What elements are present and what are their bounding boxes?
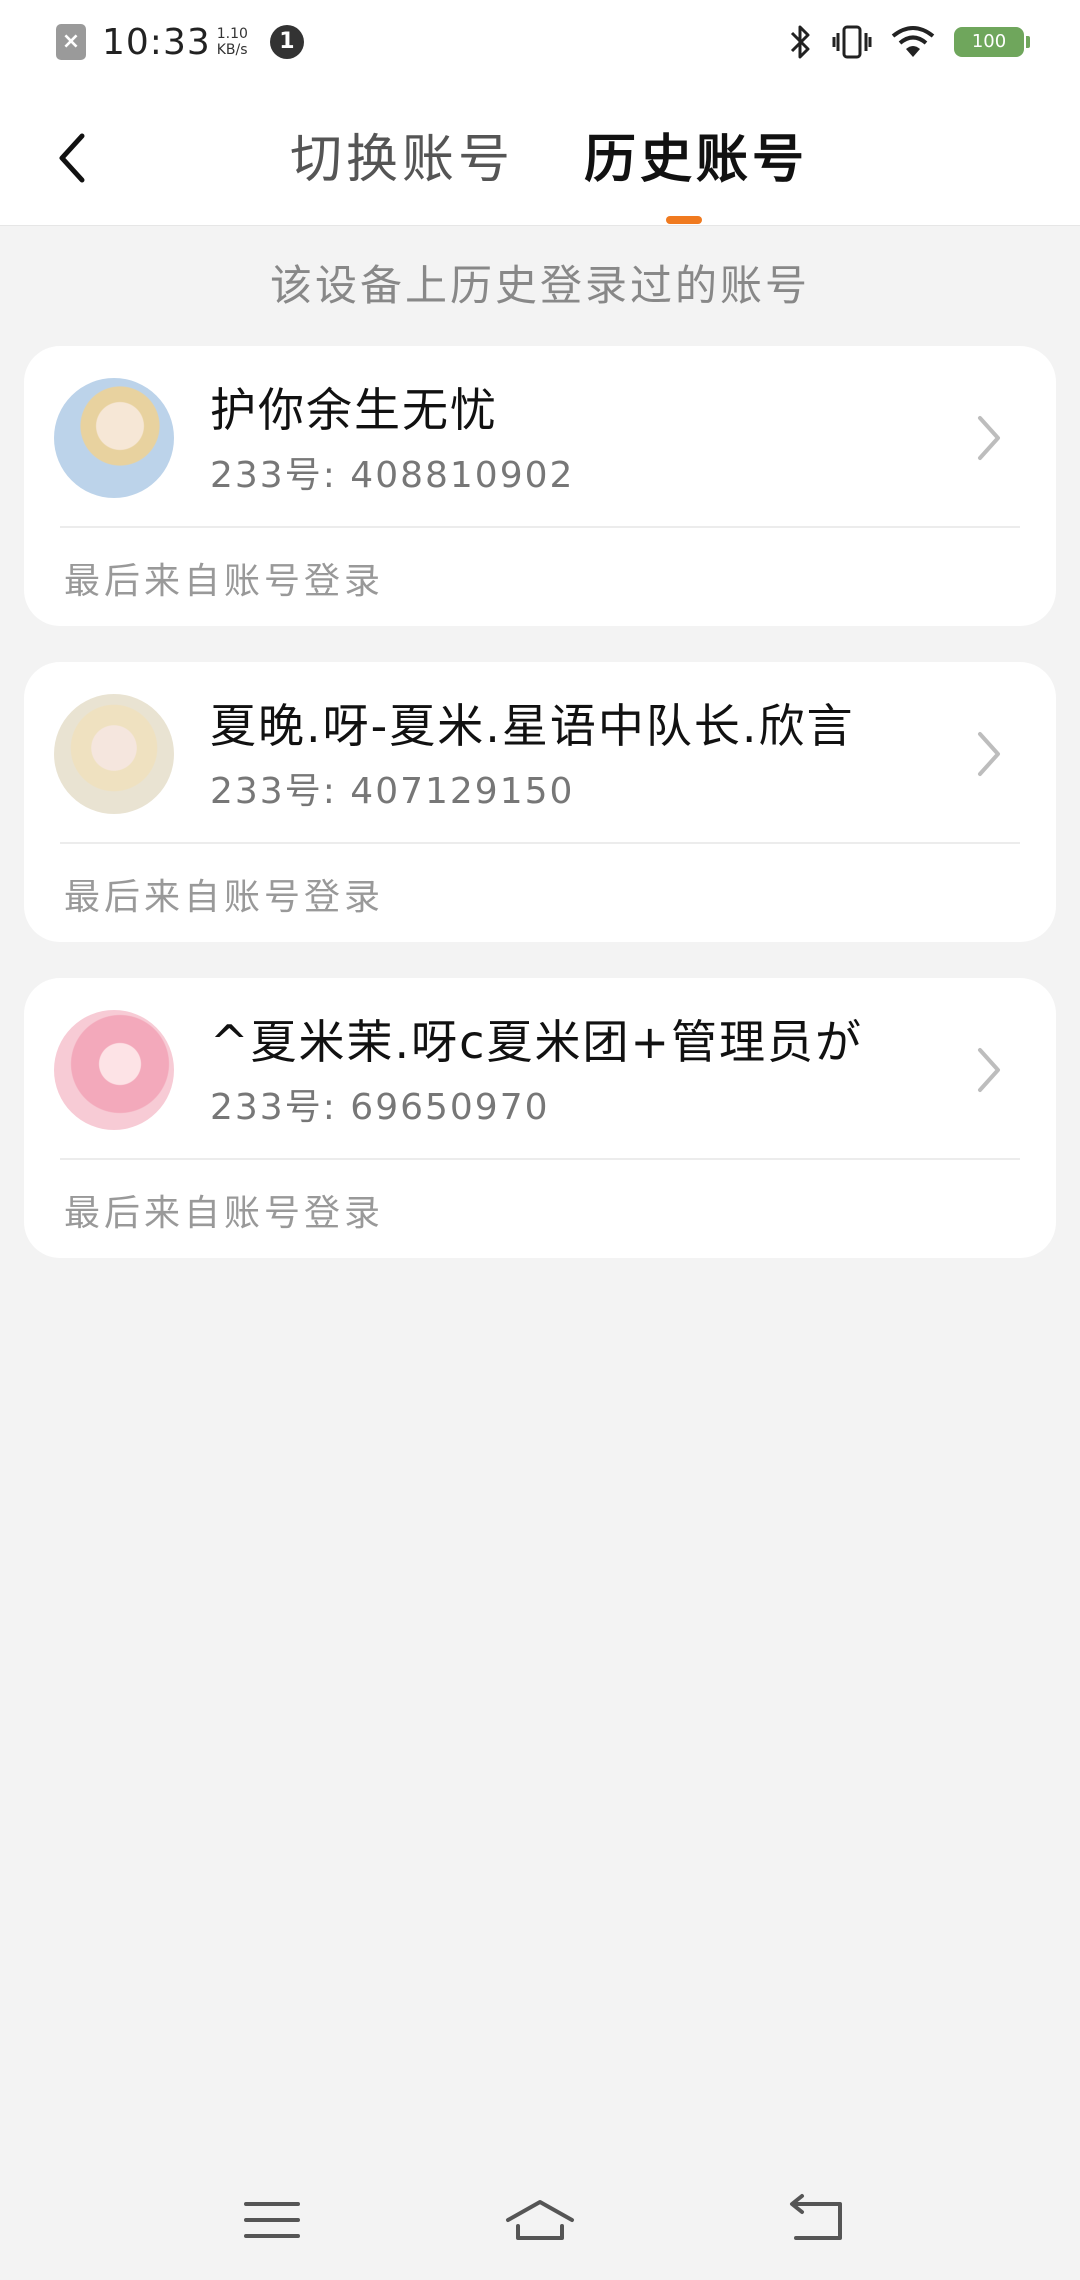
card-divider <box>60 1158 1020 1160</box>
system-nav-bar <box>0 2160 1080 2280</box>
account-nickname: ^夏米茉.呀c夏米团+管理员が <box>210 1015 863 1069</box>
home-icon[interactable] <box>504 2190 576 2250</box>
active-tab-indicator <box>666 216 702 224</box>
account-nickname: 护你余生无忧 <box>210 383 498 437</box>
network-speed: 1.10 KB/s <box>217 26 248 58</box>
card-divider <box>60 842 1020 844</box>
status-bar: × 10:33 1.10 KB/s 1 100 <box>0 0 1080 84</box>
menu-icon[interactable] <box>236 2190 308 2250</box>
avatar <box>54 378 174 498</box>
login-source-text: 最后来自账号登录 <box>64 561 385 602</box>
vibrate-icon <box>832 25 872 59</box>
bluetooth-icon <box>790 25 810 59</box>
chevron-right-icon <box>978 416 1000 460</box>
back-button[interactable] <box>46 126 98 190</box>
account-uid: 233号: 69650970 <box>210 1087 550 1128</box>
status-time: 10:33 <box>102 21 211 63</box>
avatar <box>54 1010 174 1130</box>
account-uid: 233号: 407129150 <box>210 771 575 812</box>
account-nickname: 夏晚.呀-夏米.星语中队长.欣言 <box>210 699 855 753</box>
notification-badge: 1 <box>269 25 304 59</box>
account-card[interactable]: 夏晚.呀-夏米.星语中队长.欣言 233号: 407129150 最后来自账号登… <box>24 662 1056 942</box>
status-left: × 10:33 1.10 KB/s 1 <box>56 21 304 63</box>
network-speed-value: 1.10 <box>216 26 248 42</box>
network-speed-unit: KB/s <box>216 42 248 58</box>
return-icon[interactable] <box>780 2190 852 2250</box>
page-subtitle: 该设备上历史登录过的账号 <box>269 261 810 310</box>
header: 切换账号 历史账号 <box>0 84 1080 226</box>
back-arrow-icon <box>59 133 85 183</box>
account-uid: 233号: 408810902 <box>210 455 575 496</box>
account-card[interactable]: ^夏米茉.呀c夏米团+管理员が 233号: 69650970 最后来自账号登录 <box>24 978 1056 1258</box>
card-divider <box>60 526 1020 528</box>
wifi-icon <box>891 26 935 57</box>
login-source-text: 最后来自账号登录 <box>64 877 385 918</box>
login-source-text: 最后来自账号登录 <box>64 1193 385 1234</box>
tab-history-account[interactable]: 历史账号 <box>584 120 808 200</box>
tab-switch-account[interactable]: 切换账号 <box>290 120 514 200</box>
account-card[interactable]: 护你余生无忧 233号: 408810902 最后来自账号登录 <box>24 346 1056 626</box>
chevron-right-icon <box>978 732 1000 776</box>
chevron-right-icon <box>978 1048 1000 1092</box>
status-right: 100 <box>786 22 1030 62</box>
no-sim-icon: × <box>56 24 86 60</box>
avatar <box>54 694 174 814</box>
battery-indicator: 100 <box>954 27 1030 57</box>
